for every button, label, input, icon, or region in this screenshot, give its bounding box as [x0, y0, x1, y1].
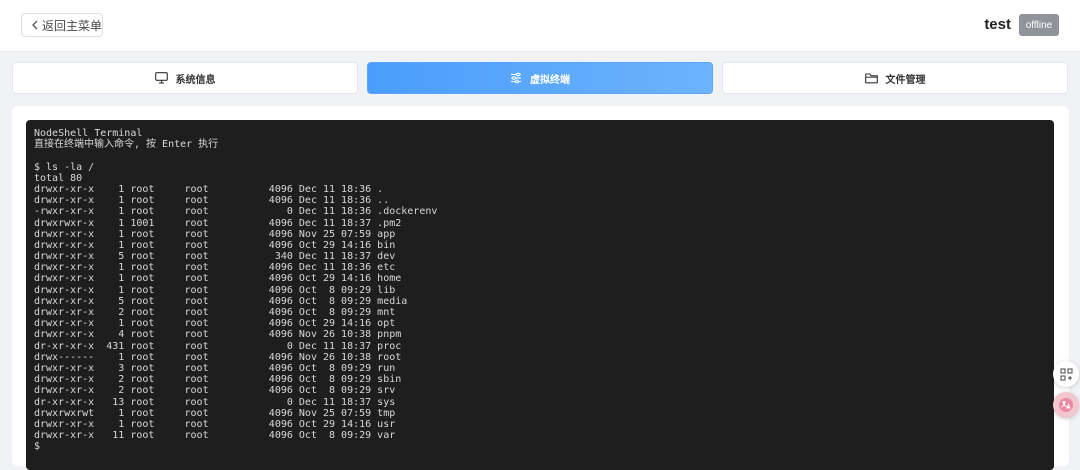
- terminal-line: drwxr-xr-x 1 root root 4096 Oct 29 14:16…: [34, 239, 396, 251]
- terminal-line: drwx------ 1 root root 4096 Nov 26 10:38…: [34, 351, 402, 363]
- terminal-line: drwxr-xr-x 2 root root 4096 Oct 8 09:29 …: [34, 385, 396, 397]
- qr-grid-icon: [1059, 367, 1073, 381]
- terminal-line: drwxr-xr-x 4 root root 4096 Nov 26 10:38…: [34, 329, 402, 341]
- terminal-line: drwxr-xr-x 1 root root 4096 Oct 29 14:16…: [34, 318, 396, 330]
- tab-label: 系统信息: [175, 74, 216, 86]
- terminal-line: NodeShell Terminal: [34, 128, 143, 139]
- terminal-line: drwxr-xr-x 1 root root 4096 Oct 29 14:16…: [34, 273, 402, 285]
- terminal-line: $: [34, 441, 41, 453]
- chevron-left-icon: [32, 20, 38, 30]
- terminal-panel: NodeShell Terminal 直接在终端中输入命令, 按 Enter 执行…: [12, 106, 1069, 470]
- tab-virtual-terminal[interactable]: 虚拟终端: [367, 62, 713, 94]
- terminal-line: drwxr-xr-x 1 root root 4096 Nov 25 07:59…: [34, 228, 396, 240]
- terminal-line: drwxrwxr-x 1 1001 root 4096 Dec 11 18:37…: [34, 217, 402, 229]
- folder-icon: [864, 72, 878, 83]
- back-button-label: 返回主菜单: [42, 18, 103, 33]
- monitor-icon: [154, 72, 168, 84]
- back-to-menu-button[interactable]: 返回主菜单: [21, 13, 103, 37]
- floating-tool-button[interactable]: [1053, 361, 1079, 387]
- top-bar: 返回主菜单 test offline: [0, 0, 1080, 52]
- terminal-line: drwxr-xr-x 1 root root 4096 Oct 8 09:29 …: [34, 284, 396, 296]
- terminal-line: drwxrwxrwt 1 root root 4096 Nov 25 07:59…: [34, 407, 396, 419]
- host-name: test: [984, 16, 1011, 33]
- tab-label: 虚拟终端: [530, 74, 570, 86]
- terminal-line: total 80: [34, 172, 83, 184]
- terminal-line: -rwxr-xr-x 1 root root 0 Dec 11 18:36 .d…: [34, 206, 438, 218]
- terminal-line: dr-xr-xr-x 431 root root 0 Dec 11 18:37 …: [34, 340, 402, 352]
- terminal-line: drwxr-xr-x 5 root root 340 Dec 11 18:37 …: [34, 251, 396, 263]
- translate-icon: [1059, 398, 1073, 412]
- terminal-line: $ ls -la /: [34, 161, 95, 173]
- terminal-line: drwxr-xr-x 11 root root 4096 Oct 8 09:29…: [34, 430, 396, 442]
- terminal-line: drwxr-xr-x 2 root root 4096 Oct 8 09:29 …: [34, 307, 396, 318]
- terminal-line: drwxr-xr-x 3 root root 4096 Oct 8 09:29 …: [34, 362, 396, 374]
- terminal-line: 直接在终端中输入命令, 按 Enter 执行: [34, 139, 219, 151]
- terminal-line: dr-xr-xr-x 13 root root 0 Dec 11 18:37 s…: [34, 396, 396, 408]
- tab-label: 文件管理: [885, 74, 926, 86]
- terminal-line: drwxr-xr-x 2 root root 4096 Oct 8 09:29 …: [34, 374, 402, 386]
- sliders-icon: [511, 72, 521, 84]
- terminal-line: drwxr-xr-x 1 root root 4096 Dec 11 18:36…: [34, 195, 390, 207]
- floating-translate-button[interactable]: [1053, 392, 1079, 418]
- terminal-line: drwxr-xr-x 5 root root 4096 Oct 8 09:29 …: [34, 295, 408, 307]
- terminal-output[interactable]: NodeShell Terminal 直接在终端中输入命令, 按 Enter 执行…: [26, 120, 1054, 470]
- tab-system-info[interactable]: 系统信息: [12, 62, 358, 94]
- status-badge: offline: [1019, 14, 1059, 36]
- terminal-line: drwxr-xr-x 1 root root 4096 Dec 11 18:36…: [34, 262, 396, 274]
- tab-file-manager[interactable]: 文件管理: [722, 62, 1068, 94]
- terminal-line: drwxr-xr-x 1 root root 4096 Oct 29 14:16…: [34, 418, 396, 430]
- terminal-line: drwxr-xr-x 1 root root 4096 Dec 11 18:36…: [34, 183, 384, 195]
